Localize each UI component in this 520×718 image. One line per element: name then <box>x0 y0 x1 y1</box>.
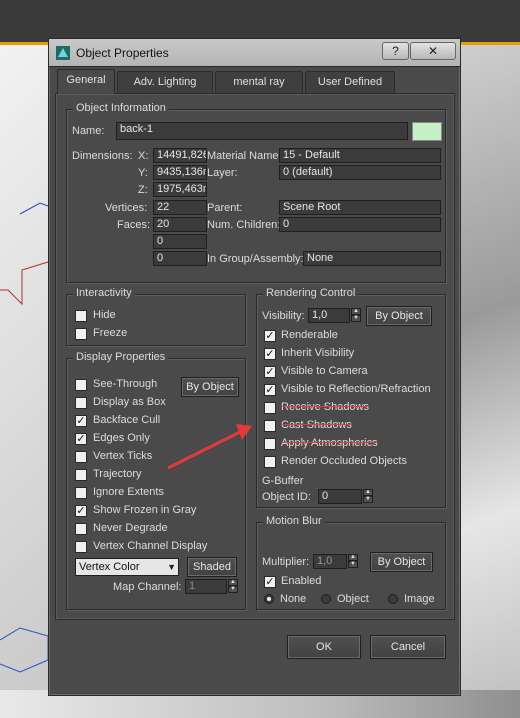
tab-general[interactable]: General <box>57 69 115 94</box>
annotation-arrow-icon <box>167 424 252 470</box>
